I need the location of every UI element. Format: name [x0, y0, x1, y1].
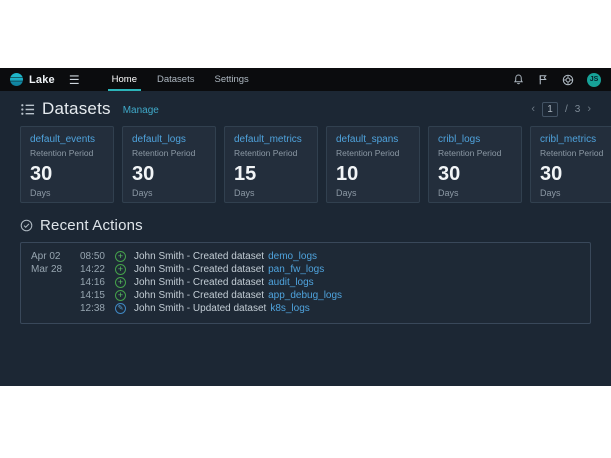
recent-actions-title: Recent Actions: [40, 217, 143, 234]
action-type-icon: ✎: [115, 303, 126, 314]
top-navbar: Lake ☰ Home Datasets Settings: [0, 68, 611, 91]
recent-action-row: 14:15 + John Smith - Created dataset app…: [31, 289, 580, 302]
recent-action-row: Apr 02 08:50 + John Smith - Created data…: [31, 250, 580, 263]
retention-value: 30: [30, 164, 104, 184]
main-content: Datasets Manage ‹ 1 / 3 › default_events…: [0, 91, 611, 324]
dataset-card[interactable]: cribl_metrics Retention Period 30 Days: [530, 126, 611, 203]
retention-period-label: Retention Period: [540, 148, 611, 158]
nav-tab[interactable]: Datasets: [147, 68, 205, 91]
action-time: 14:16: [71, 277, 105, 288]
action-text: John Smith - Created dataset: [134, 251, 264, 262]
action-date: Mar 28: [31, 264, 71, 275]
pagination: ‹ 1 / 3 ›: [531, 102, 591, 117]
nav-tab-label: Home: [112, 74, 137, 85]
page-prev-icon[interactable]: ‹: [531, 103, 535, 115]
page-current[interactable]: 1: [542, 102, 558, 117]
page-total: 3: [575, 104, 581, 115]
dataset-name-link[interactable]: cribl_logs: [438, 134, 512, 145]
nav-tabs: Home Datasets Settings: [102, 68, 259, 91]
action-time: 14:22: [71, 264, 105, 275]
action-dataset-link[interactable]: app_debug_logs: [268, 290, 342, 301]
recent-actions-panel: Apr 02 08:50 + John Smith - Created data…: [20, 242, 591, 324]
action-time: 12:38: [71, 303, 105, 314]
retention-unit: Days: [438, 188, 512, 198]
dataset-card[interactable]: default_events Retention Period 30 Days: [20, 126, 114, 203]
action-type-icon: +: [115, 277, 126, 288]
manage-link[interactable]: Manage: [123, 105, 159, 116]
action-type-icon: +: [115, 264, 126, 275]
list-icon: [20, 102, 35, 117]
page-title: Datasets: [42, 99, 111, 119]
navbar-right-group: JS: [512, 73, 601, 87]
help-ring-icon[interactable]: [562, 74, 574, 86]
dataset-name-link[interactable]: default_spans: [336, 134, 410, 145]
action-text: John Smith - Updated dataset: [134, 303, 266, 314]
datasets-header-row: Datasets Manage ‹ 1 / 3 ›: [20, 99, 611, 119]
dataset-card[interactable]: default_metrics Retention Period 15 Days: [224, 126, 318, 203]
recent-action-row: 12:38 ✎ John Smith - Updated dataset k8s…: [31, 302, 580, 315]
cribl-logo-icon: [10, 73, 23, 86]
retention-unit: Days: [234, 188, 308, 198]
retention-period-label: Retention Period: [336, 148, 410, 158]
action-time: 14:15: [71, 290, 105, 301]
retention-unit: Days: [336, 188, 410, 198]
dataset-card[interactable]: default_spans Retention Period 10 Days: [326, 126, 420, 203]
action-dataset-link[interactable]: pan_fw_logs: [268, 264, 324, 275]
retention-value: 10: [336, 164, 410, 184]
nav-tab[interactable]: Settings: [204, 68, 258, 91]
dataset-name-link[interactable]: default_events: [30, 134, 104, 145]
circle-check-icon: [20, 219, 33, 232]
retention-value: 30: [438, 164, 512, 184]
recent-action-row: Mar 28 14:22 + John Smith - Created data…: [31, 263, 580, 276]
retention-period-label: Retention Period: [438, 148, 512, 158]
dataset-cards: default_events Retention Period 30 Days …: [20, 126, 611, 203]
product-name: Lake: [29, 74, 55, 86]
retention-value: 30: [540, 164, 611, 184]
lake-app-window: Lake ☰ Home Datasets Settings: [0, 68, 611, 386]
dataset-name-link[interactable]: cribl_metrics: [540, 134, 611, 145]
nav-tab-label: Settings: [214, 74, 248, 85]
retention-value: 15: [234, 164, 308, 184]
user-avatar[interactable]: JS: [587, 73, 601, 87]
hamburger-menu-icon[interactable]: ☰: [69, 74, 80, 86]
nav-tab-label: Datasets: [157, 74, 195, 85]
retention-unit: Days: [132, 188, 206, 198]
screenshot-canvas: Lake ☰ Home Datasets Settings: [0, 0, 611, 458]
retention-period-label: Retention Period: [30, 148, 104, 158]
retention-unit: Days: [30, 188, 104, 198]
action-dataset-link[interactable]: k8s_logs: [270, 303, 309, 314]
action-date: Apr 02: [31, 251, 71, 262]
action-text: John Smith - Created dataset: [134, 264, 264, 275]
page-separator: /: [565, 104, 568, 115]
action-type-icon: +: [115, 290, 126, 301]
action-type-icon: +: [115, 251, 126, 262]
recent-action-row: 14:16 + John Smith - Created dataset aud…: [31, 276, 580, 289]
retention-value: 30: [132, 164, 206, 184]
retention-period-label: Retention Period: [234, 148, 308, 158]
dataset-card[interactable]: cribl_logs Retention Period 30 Days: [428, 126, 522, 203]
action-text: John Smith - Created dataset: [134, 290, 264, 301]
action-text: John Smith - Created dataset: [134, 277, 264, 288]
retention-unit: Days: [540, 188, 611, 198]
recent-actions-header: Recent Actions: [20, 217, 611, 234]
retention-period-label: Retention Period: [132, 148, 206, 158]
notification-bell-icon[interactable]: [512, 74, 524, 86]
flag-icon[interactable]: [537, 74, 549, 86]
nav-tab[interactable]: Home: [102, 68, 147, 91]
page-next-icon[interactable]: ›: [587, 103, 591, 115]
dataset-name-link[interactable]: default_logs: [132, 134, 206, 145]
dataset-name-link[interactable]: default_metrics: [234, 134, 308, 145]
action-dataset-link[interactable]: audit_logs: [268, 277, 314, 288]
dataset-card[interactable]: default_logs Retention Period 30 Days: [122, 126, 216, 203]
action-time: 08:50: [71, 251, 105, 262]
action-dataset-link[interactable]: demo_logs: [268, 251, 317, 262]
